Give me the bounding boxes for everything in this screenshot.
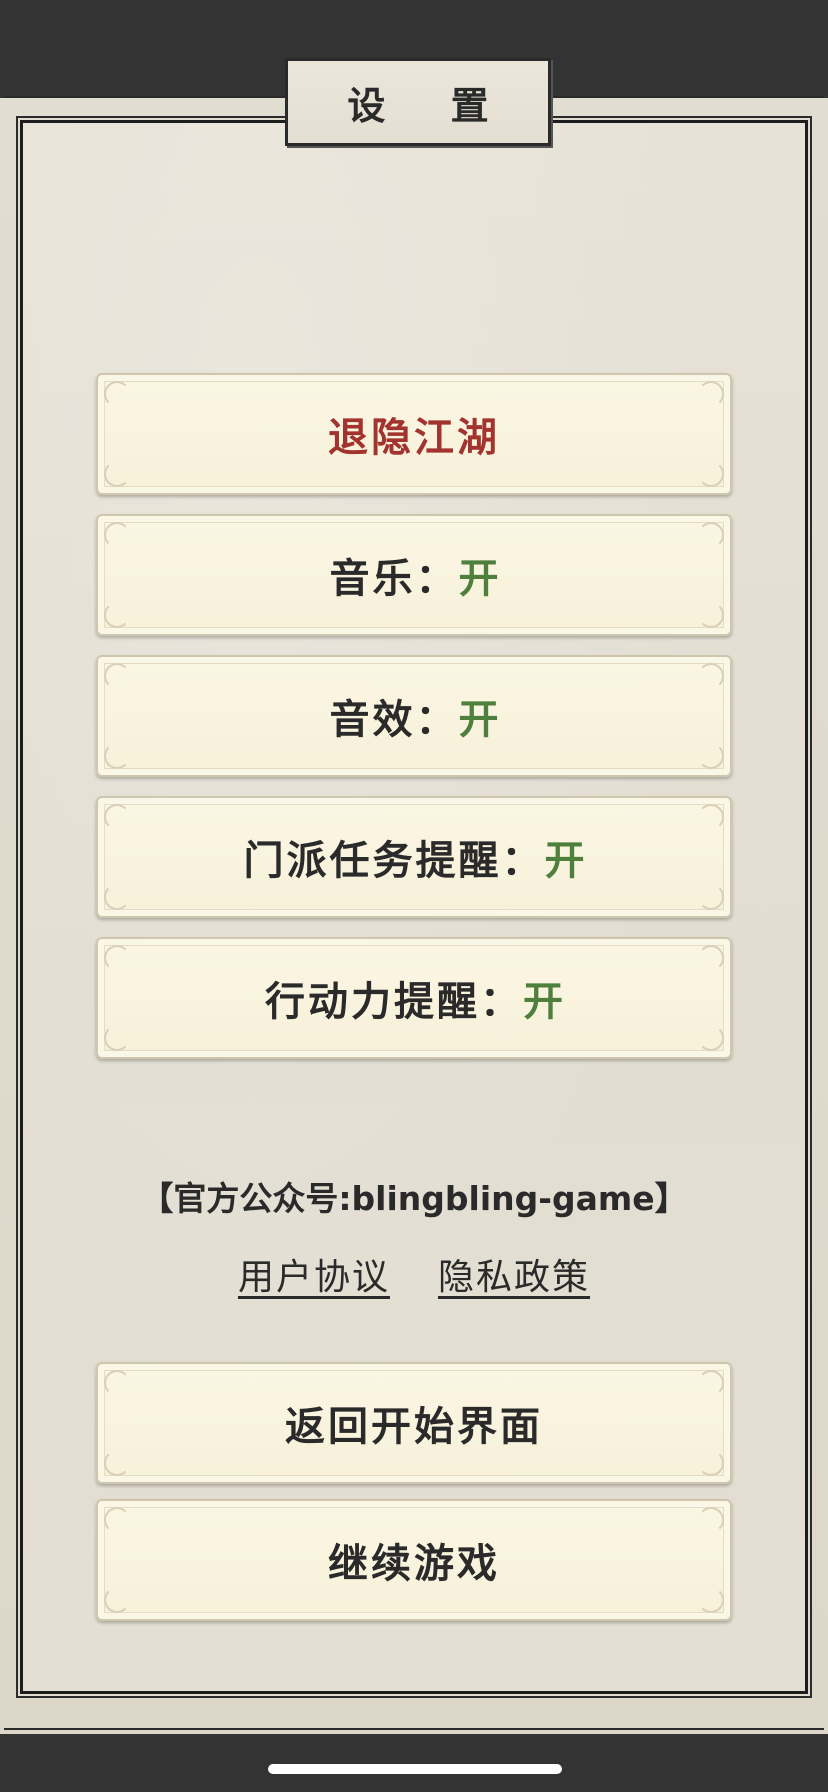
home-indicator[interactable] [268,1764,562,1774]
continue-game-button[interactable]: 继续游戏 [96,1499,732,1621]
continue-game-label: 继续游戏 [328,1540,500,1587]
stamina-reminder-label: 行动力提醒： [265,978,523,1025]
music-state: 开 [458,555,499,602]
page-title: 设 置 [347,82,515,128]
corner-ornament-icon [104,1025,130,1051]
official-account-text: 【官方公众号:blingbling-game】 [140,1179,688,1218]
music-toggle-button[interactable]: 音乐： 开 [96,514,732,636]
corner-ornament-icon [104,1450,130,1476]
corner-ornament-icon [104,663,130,689]
corner-ornament-icon [698,1507,724,1533]
legal-links: 用户协议 隐私政策 [0,1248,828,1300]
corner-ornament-icon [698,1370,724,1396]
corner-ornament-icon [104,804,130,830]
corner-ornament-icon [104,743,130,769]
corner-ornament-icon [698,1025,724,1051]
corner-ornament-icon [104,381,130,407]
corner-ornament-icon [698,602,724,628]
sfx-label: 音效： [329,696,459,743]
privacy-policy-link[interactable]: 隐私政策 [438,1248,590,1300]
corner-ornament-icon [104,522,130,548]
corner-ornament-icon [698,522,724,548]
corner-ornament-icon [104,461,130,487]
corner-ornament-icon [698,743,724,769]
title-tab: 设 置 [285,58,551,146]
corner-ornament-icon [104,1370,130,1396]
corner-ornament-icon [698,381,724,407]
music-label: 音乐： [329,555,459,602]
sect-task-reminder-state: 开 [544,837,585,884]
corner-ornament-icon [104,602,130,628]
sfx-state: 开 [458,696,499,743]
corner-ornament-icon [104,1587,130,1613]
back-to-start-button[interactable]: 返回开始界面 [96,1362,732,1484]
corner-ornament-icon [104,1507,130,1533]
retire-button[interactable]: 退隐江湖 [96,373,732,495]
corner-ornament-icon [698,884,724,910]
corner-ornament-icon [698,1587,724,1613]
back-to-start-label: 返回开始界面 [285,1403,543,1450]
stamina-reminder-state: 开 [523,978,563,1025]
corner-ornament-icon [698,945,724,971]
sect-task-reminder-toggle-button[interactable]: 门派任务提醒： 开 [96,796,732,918]
corner-ornament-icon [698,461,724,487]
corner-ornament-icon [698,663,724,689]
corner-ornament-icon [104,945,130,971]
corner-ornament-icon [104,884,130,910]
user-agreement-link[interactable]: 用户协议 [238,1248,390,1300]
corner-ornament-icon [698,1450,724,1476]
corner-ornament-icon [698,804,724,830]
retire-label: 退隐江湖 [328,414,500,461]
stamina-reminder-toggle-button[interactable]: 行动力提醒： 开 [96,937,732,1059]
sfx-toggle-button[interactable]: 音效： 开 [96,655,732,777]
sect-task-reminder-label: 门派任务提醒： [243,837,545,884]
